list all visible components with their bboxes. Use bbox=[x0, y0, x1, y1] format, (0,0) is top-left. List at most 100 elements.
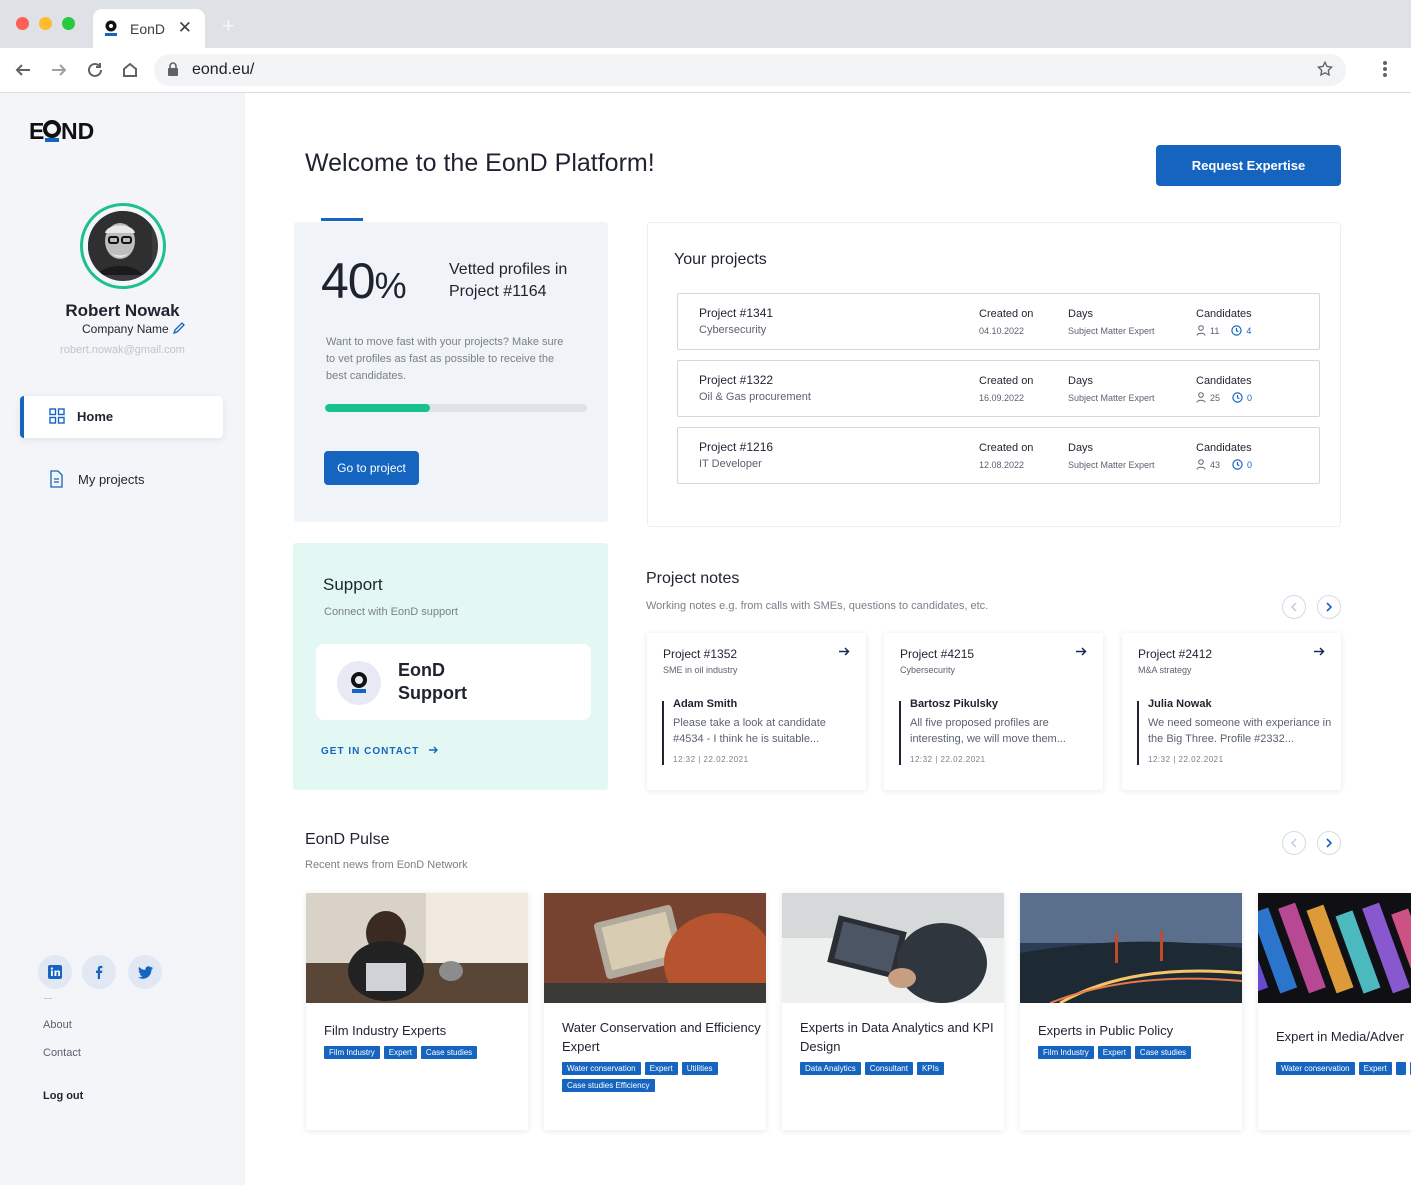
go-to-project-button[interactable]: Go to project bbox=[324, 451, 419, 485]
sidebar-item-my-projects[interactable]: My projects bbox=[20, 463, 223, 497]
project-name: Project #1341 bbox=[699, 306, 774, 320]
clock-icon bbox=[1232, 459, 1243, 470]
tag[interactable]: KPIs bbox=[916, 1062, 944, 1075]
tag[interactable]: Data Analytics bbox=[800, 1062, 861, 1075]
tag-list: Film Industry Expert Case studies bbox=[1038, 1046, 1238, 1059]
pencil-edit-icon[interactable] bbox=[172, 321, 186, 335]
created-date: 12.08.2022 bbox=[979, 460, 1025, 470]
avatar-ring[interactable] bbox=[80, 203, 166, 289]
sidebar-item-home[interactable]: Home bbox=[20, 396, 223, 438]
news-title: Expert in Media/Adver bbox=[1276, 1029, 1404, 1044]
vetted-profiles-card: 40% Vetted profiles in Project #1164 Wan… bbox=[294, 222, 608, 522]
contact-link[interactable]: Contact bbox=[43, 1047, 81, 1059]
home-icon[interactable] bbox=[119, 59, 141, 81]
tag[interactable]: Case studies Efficiency bbox=[562, 1079, 655, 1092]
browser-menu-icon[interactable] bbox=[1383, 60, 1387, 78]
tag-list: Water conservationExpertCase studies Eff… bbox=[1276, 1062, 1411, 1075]
pulse-card[interactable]: Experts in Public Policy Film Industry Exp… bbox=[1020, 893, 1242, 1130]
pulse-card[interactable]: Water Conservation and Efficiency Expert… bbox=[544, 893, 766, 1130]
logout-link[interactable]: Log out bbox=[43, 1090, 83, 1102]
news-image bbox=[782, 893, 1004, 1003]
address-bar[interactable]: eond.eu/ bbox=[154, 54, 1346, 86]
project-row[interactable]: Project #1216 IT Developer Created on 12.08… bbox=[677, 427, 1320, 484]
forward-icon[interactable] bbox=[48, 59, 70, 81]
support-subtitle: Connect with EonD support bbox=[324, 606, 458, 618]
notes-next-button[interactable] bbox=[1317, 595, 1341, 619]
note-timestamp: 12:32 | 22.02.2021 bbox=[673, 755, 749, 764]
tab-close-icon[interactable]: ✕ bbox=[178, 18, 192, 38]
days-subtitle: Subject Matter Expert bbox=[1068, 393, 1155, 403]
news-title: Experts in Data Analytics and KPI Design bbox=[800, 1020, 994, 1054]
created-date: 04.10.2022 bbox=[979, 326, 1025, 336]
tag[interactable] bbox=[1395, 1062, 1406, 1075]
arrow-right-icon[interactable] bbox=[1314, 647, 1325, 656]
news-title: Water Conservation and Efficiency Expert bbox=[562, 1020, 761, 1054]
pulse-card[interactable]: Expert in Media/Adver Water conservation E… bbox=[1258, 893, 1411, 1130]
note-card[interactable]: Project #4215 Cybersecurity Bartosz Pikuls… bbox=[884, 633, 1103, 790]
days-subtitle: Subject Matter Expert bbox=[1068, 460, 1155, 470]
back-icon[interactable] bbox=[12, 59, 34, 81]
project-name: Project #1216 bbox=[699, 440, 774, 454]
bookmark-star-icon[interactable] bbox=[1316, 60, 1334, 78]
vetted-progress-bar bbox=[325, 404, 587, 412]
window-minimize-dot[interactable] bbox=[39, 17, 52, 30]
lock-icon bbox=[168, 62, 178, 76]
eond-logo[interactable]: E ND bbox=[29, 119, 97, 143]
created-label: Created on bbox=[979, 308, 1034, 320]
candidates-stats: 11 4 bbox=[1196, 325, 1251, 336]
get-in-contact-label: GET IN CONTACT bbox=[321, 746, 420, 757]
tag[interactable]: Expert bbox=[1358, 1062, 1392, 1075]
note-card[interactable]: Project #1352 SME in oil industry Adam Smi… bbox=[647, 633, 866, 790]
tag[interactable]: Case studies bbox=[1134, 1046, 1192, 1059]
tag[interactable]: Water conservation bbox=[1276, 1062, 1355, 1075]
tag[interactable]: Utilities bbox=[681, 1062, 718, 1075]
company-name: Company Name bbox=[82, 322, 169, 336]
tag[interactable]: Consultant bbox=[864, 1062, 913, 1075]
candidates-stats: 43 0 bbox=[1196, 459, 1252, 470]
candidates-stats: 25 0 bbox=[1196, 392, 1252, 403]
eond-support-icon bbox=[337, 661, 381, 705]
note-card[interactable]: Project #2412 M&A strategy Julia Nowak We n… bbox=[1122, 633, 1341, 790]
tag[interactable]: Expert bbox=[1097, 1046, 1131, 1059]
tag[interactable]: Expert bbox=[383, 1046, 417, 1059]
note-quote-bar bbox=[1137, 701, 1139, 765]
linkedin-icon[interactable] bbox=[38, 955, 72, 989]
pulse-prev-button[interactable] bbox=[1282, 831, 1306, 855]
note-project: Project #1352 bbox=[663, 647, 738, 661]
notes-prev-button[interactable] bbox=[1282, 595, 1306, 619]
support-title: Support bbox=[323, 575, 383, 594]
tag[interactable]: Water conservation bbox=[562, 1062, 641, 1075]
about-link[interactable]: About bbox=[43, 1019, 72, 1031]
candidates-count: 11 bbox=[1210, 325, 1220, 336]
get-in-contact-link[interactable]: GET IN CONTACT bbox=[321, 746, 439, 757]
support-contact-box[interactable]: EonD Support bbox=[316, 644, 591, 720]
note-quote-bar bbox=[899, 701, 901, 765]
tag[interactable]: Film Industry bbox=[1038, 1046, 1094, 1059]
window-maximize-dot[interactable] bbox=[62, 17, 75, 30]
pulse-title: EonD Pulse bbox=[305, 831, 390, 848]
tag[interactable]: Film Industry bbox=[324, 1046, 380, 1059]
project-row[interactable]: Project #1341 Cybersecurity Created on 04.1… bbox=[677, 293, 1320, 350]
sidebar: E ND Robert Nowak Company Name robert.no… bbox=[0, 93, 245, 1185]
twitter-icon[interactable] bbox=[128, 955, 162, 989]
pulse-card[interactable]: Experts in Data Analytics and KPI Design… bbox=[782, 893, 1004, 1130]
browser-tab[interactable]: EonD ✕ bbox=[93, 9, 205, 48]
new-tab-icon[interactable]: + bbox=[222, 13, 235, 39]
person-icon bbox=[1196, 325, 1206, 336]
sidebar-item-label: My projects bbox=[78, 472, 145, 487]
window-close-dot[interactable] bbox=[16, 17, 29, 30]
request-expertise-button[interactable]: Request Expertise bbox=[1156, 145, 1341, 186]
pending-count: 4 bbox=[1246, 325, 1252, 336]
tag[interactable]: Case studies bbox=[420, 1046, 478, 1059]
eond-favicon-icon bbox=[105, 20, 117, 36]
sidebar-item-label: Home bbox=[77, 409, 114, 424]
tag[interactable]: Expert bbox=[644, 1062, 678, 1075]
project-row[interactable]: Project #1322 Oil & Gas procurement Create… bbox=[677, 360, 1320, 417]
arrow-right-icon[interactable] bbox=[1076, 647, 1087, 656]
pulse-next-button[interactable] bbox=[1317, 831, 1341, 855]
clock-icon bbox=[1232, 392, 1243, 403]
arrow-right-icon[interactable] bbox=[839, 647, 850, 656]
pulse-card[interactable]: Film Industry Experts Film Industry Expert… bbox=[306, 893, 528, 1130]
facebook-icon[interactable] bbox=[82, 955, 116, 989]
reload-icon[interactable] bbox=[84, 59, 106, 81]
